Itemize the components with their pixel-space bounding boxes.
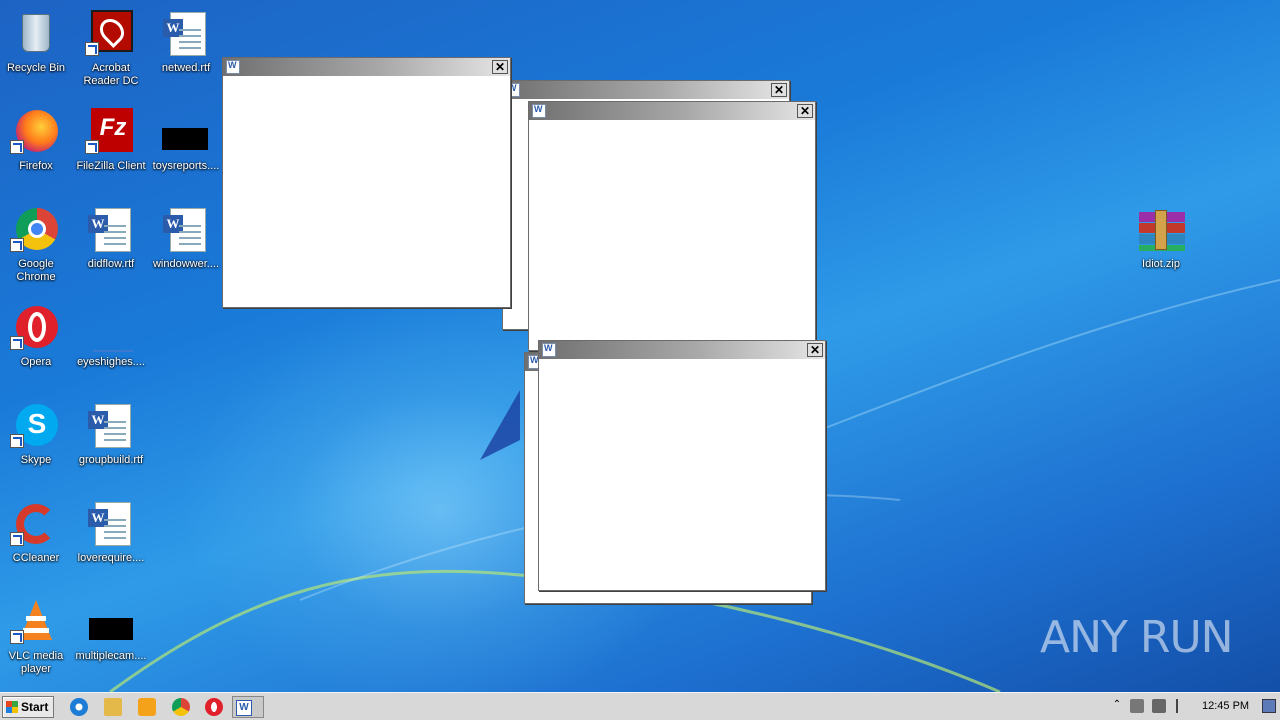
desktop-icon-skype[interactable]: S Skype: [0, 396, 74, 490]
desktop-icon-label: groupbuild.rtf: [78, 454, 144, 466]
chrome-icon[interactable]: [172, 698, 190, 716]
anyrun-watermark: ANY RUN: [1040, 612, 1234, 663]
taskbar: Start W ⌃ 12:45 PM: [0, 692, 1280, 720]
desktop-icon-recycle-bin[interactable]: Recycle Bin: [0, 4, 74, 98]
word-document-icon: W: [87, 500, 135, 548]
shortcut-arrow-icon: [10, 140, 24, 154]
file-explorer-icon[interactable]: [104, 698, 122, 716]
system-tray: ⌃ 12:45 PM: [1104, 695, 1280, 719]
desktop-icon-opera[interactable]: Opera: [0, 298, 74, 392]
desktop-icon-label: eyeshighes....: [77, 356, 145, 368]
window-titlebar[interactable]: ✕: [223, 58, 510, 76]
window-titlebar[interactable]: ✕: [529, 102, 815, 120]
desktop-icon-label: didflow.rtf: [87, 258, 135, 270]
redacted-file-icon: [87, 598, 135, 646]
volume-icon[interactable]: [1130, 699, 1144, 713]
desktop-icon-netwed[interactable]: W netwed.rtf: [148, 4, 224, 98]
word-document-icon: W: [162, 10, 210, 58]
desktop-icon-label: Opera: [20, 356, 52, 368]
blank-file-icon: [87, 304, 135, 352]
desktop-icon-didflow[interactable]: W didflow.rtf: [73, 200, 149, 294]
window-titlebar[interactable]: ✕: [503, 81, 789, 99]
desktop-icon-acrobat[interactable]: Acrobat Reader DC: [73, 4, 149, 98]
desktop-icon-multiplecam[interactable]: multiplecam....: [73, 592, 149, 686]
desktop-icon-label: Acrobat Reader DC: [83, 62, 139, 87]
word-document-icon: W: [162, 206, 210, 254]
recycle-bin-icon: [12, 10, 60, 58]
close-button[interactable]: ✕: [807, 343, 823, 357]
network-icon[interactable]: [1152, 699, 1166, 713]
desktop-icon-idiot-zip[interactable]: Idiot.zip: [1123, 200, 1199, 294]
window-titlebar[interactable]: ✕: [539, 341, 825, 359]
close-button[interactable]: ✕: [771, 83, 787, 97]
desktop-icon-filezilla[interactable]: Fz FileZilla Client: [73, 102, 149, 196]
word-icon: [532, 104, 546, 118]
desktop-icon-label: Recycle Bin: [6, 62, 66, 74]
desktop-icon-label: Firefox: [19, 160, 53, 172]
desktop-icon-label: netwed.rtf: [161, 62, 211, 74]
desktop-icon-label: FileZilla Client: [76, 160, 146, 172]
redacted-file-icon: [162, 108, 210, 156]
desktop-icon-label: windowwer....: [152, 258, 220, 270]
desktop-icon-toysreports[interactable]: toysreports....: [148, 102, 224, 196]
shortcut-arrow-icon: [85, 140, 99, 154]
shortcut-arrow-icon: [10, 630, 24, 644]
desktop-icon-groupbuild[interactable]: W groupbuild.rtf: [73, 396, 149, 490]
action-center-flag-icon[interactable]: [1176, 699, 1190, 713]
shortcut-arrow-icon: [10, 434, 24, 448]
desktop-icon-label: loverequire....: [77, 552, 145, 564]
windows-logo-icon: [6, 701, 18, 713]
desktop-icon-label: Skype: [20, 454, 52, 466]
word-document-icon: W: [87, 402, 135, 450]
word-icon: [542, 343, 556, 357]
desktop: Recycle Bin Firefox Google Chrome Opera …: [0, 0, 1280, 692]
shortcut-arrow-icon: [10, 336, 24, 350]
word-icon: W: [236, 700, 252, 716]
close-button[interactable]: ✕: [797, 104, 813, 118]
winrar-archive-icon: [1137, 206, 1185, 254]
desktop-icon-eyeshighes[interactable]: eyeshighes....: [73, 298, 149, 392]
desktop-icon-ccleaner[interactable]: CCleaner: [0, 494, 74, 588]
popup-window-right[interactable]: ✕: [528, 101, 816, 351]
popup-window-bottom[interactable]: ✕: [538, 340, 826, 591]
desktop-icon-label: toysreports....: [152, 160, 220, 172]
shortcut-arrow-icon: [85, 42, 99, 56]
start-label: Start: [21, 700, 49, 714]
media-player-icon[interactable]: [138, 698, 156, 716]
internet-explorer-icon[interactable]: [70, 698, 88, 716]
close-button[interactable]: ✕: [492, 60, 508, 74]
desktop-icon-label: VLC media player: [8, 650, 64, 675]
desktop-icon-label: multiplecam....: [75, 650, 147, 662]
start-button[interactable]: Start: [2, 696, 54, 718]
show-hidden-icons-chevron-icon[interactable]: ⌃: [1110, 699, 1124, 713]
popup-window-top-left[interactable]: ✕: [222, 57, 511, 308]
desktop-icon-vlc[interactable]: VLC media player: [0, 592, 74, 686]
shortcut-arrow-icon: [10, 532, 24, 546]
desktop-icon-label: CCleaner: [12, 552, 60, 564]
word-document-icon: W: [87, 206, 135, 254]
desktop-icon-label: Google Chrome: [16, 258, 56, 283]
desktop-icon-google-chrome[interactable]: Google Chrome: [0, 200, 74, 294]
clock[interactable]: 12:45 PM: [1202, 700, 1249, 712]
desktop-icon-label: Idiot.zip: [1142, 258, 1180, 270]
opera-icon[interactable]: [205, 698, 223, 716]
desktop-icon-firefox[interactable]: Firefox: [0, 102, 74, 196]
desktop-icon-loverequire[interactable]: W loverequire....: [73, 494, 149, 588]
word-icon: [226, 60, 240, 74]
show-desktop-icon[interactable]: [1262, 699, 1276, 713]
desktop-icon-windowwer[interactable]: W windowwer....: [148, 200, 224, 294]
taskbar-word-task[interactable]: W: [232, 696, 264, 718]
shortcut-arrow-icon: [10, 238, 24, 252]
